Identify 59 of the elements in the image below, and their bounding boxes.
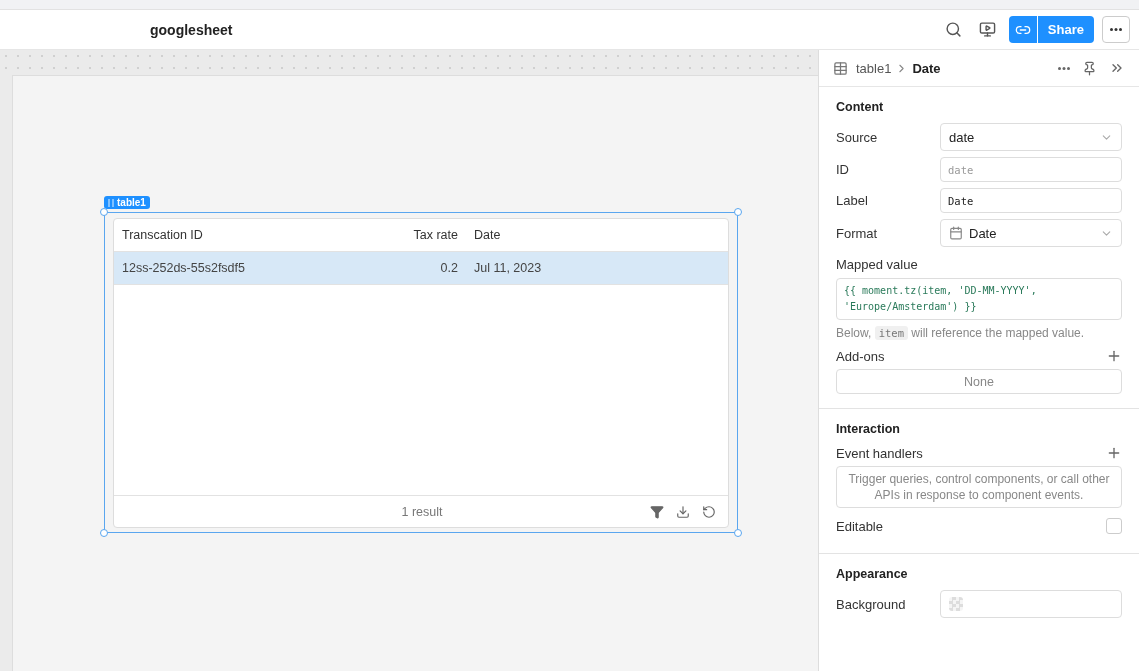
code-editor[interactable]: {{ moment.tz(item, 'DD-MM-YYYY', 'Europe/Amsterdam') }}: [836, 278, 1122, 320]
empty-state-text: Trigger queries, control components, or call other APIs in response to component events.: [836, 466, 1122, 508]
checker-swatch-icon: [949, 597, 963, 611]
breadcrumb-link[interactable]: table1: [856, 60, 892, 76]
filter-button[interactable]: [650, 504, 664, 519]
table-cell-text: 12ss-252ds-55s2fsdf5: [121, 261, 246, 275]
download-button[interactable]: [676, 504, 690, 519]
field-label: Editable: [836, 518, 883, 534]
field-label: Event handlers: [836, 445, 923, 461]
table-row[interactable]: 12ss-252ds-55s2fsdf5 0.2 Jul 11, 2023: [114, 252, 728, 285]
table-icon: [833, 60, 848, 76]
text-input[interactable]: date: [940, 157, 1122, 182]
resize-handle[interactable]: [100, 208, 108, 216]
format-select[interactable]: Date: [940, 219, 1122, 247]
column-header[interactable]: Transcation ID: [114, 228, 376, 242]
add-button[interactable]: [1106, 445, 1122, 461]
filter-icon: [650, 504, 664, 519]
section-title: Interaction: [836, 422, 901, 436]
helper-text: Below, item will reference the mapped value.: [836, 326, 1086, 340]
resize-handle[interactable]: [734, 529, 742, 537]
column-header[interactable]: Date: [466, 228, 728, 242]
field-label: ID: [836, 162, 850, 177]
resize-handle[interactable]: [734, 208, 742, 216]
add-button[interactable]: [1106, 348, 1122, 364]
column-header[interactable]: Tax rate: [376, 228, 466, 242]
field-label: Background: [836, 596, 907, 612]
more-button[interactable]: [1058, 66, 1070, 70]
search-icon: [945, 21, 963, 38]
field-label: Source: [836, 129, 879, 145]
field-label: Format: [836, 225, 879, 241]
refresh-icon: [702, 504, 716, 519]
resize-handle[interactable]: [100, 529, 108, 537]
color-field[interactable]: [940, 590, 1122, 618]
section-title: Appearance: [836, 567, 909, 581]
table-cell-text: 0.2: [439, 261, 459, 275]
field-label: Mapped value: [836, 257, 919, 272]
addons-field[interactable]: None: [836, 369, 1122, 394]
calendar-icon: [949, 226, 963, 240]
source-select[interactable]: date: [940, 123, 1122, 151]
download-icon: [676, 504, 690, 519]
more-icon: [1058, 66, 1070, 70]
add-icon: [1106, 445, 1122, 461]
refresh-button[interactable]: [702, 504, 716, 519]
link-button[interactable]: [1008, 16, 1037, 43]
table-cell-text: Jul 11, 2023: [473, 261, 543, 275]
monitor-play-icon: [979, 21, 997, 38]
checkbox[interactable]: [1106, 518, 1122, 534]
app-title: googlesheet: [150, 21, 234, 38]
more-button[interactable]: [1102, 16, 1130, 43]
more-icon: [1110, 28, 1122, 31]
section-title: Content: [836, 100, 885, 114]
result-count: 1 result: [400, 504, 444, 519]
pin-button[interactable]: [1082, 60, 1097, 76]
breadcrumb-current: Date: [912, 60, 942, 76]
text-input[interactable]: Date: [940, 188, 1122, 213]
field-label: Add-ons: [836, 348, 885, 364]
pin-icon: [1082, 60, 1097, 76]
field-label: Label: [836, 193, 869, 208]
add-icon: [1106, 348, 1122, 364]
